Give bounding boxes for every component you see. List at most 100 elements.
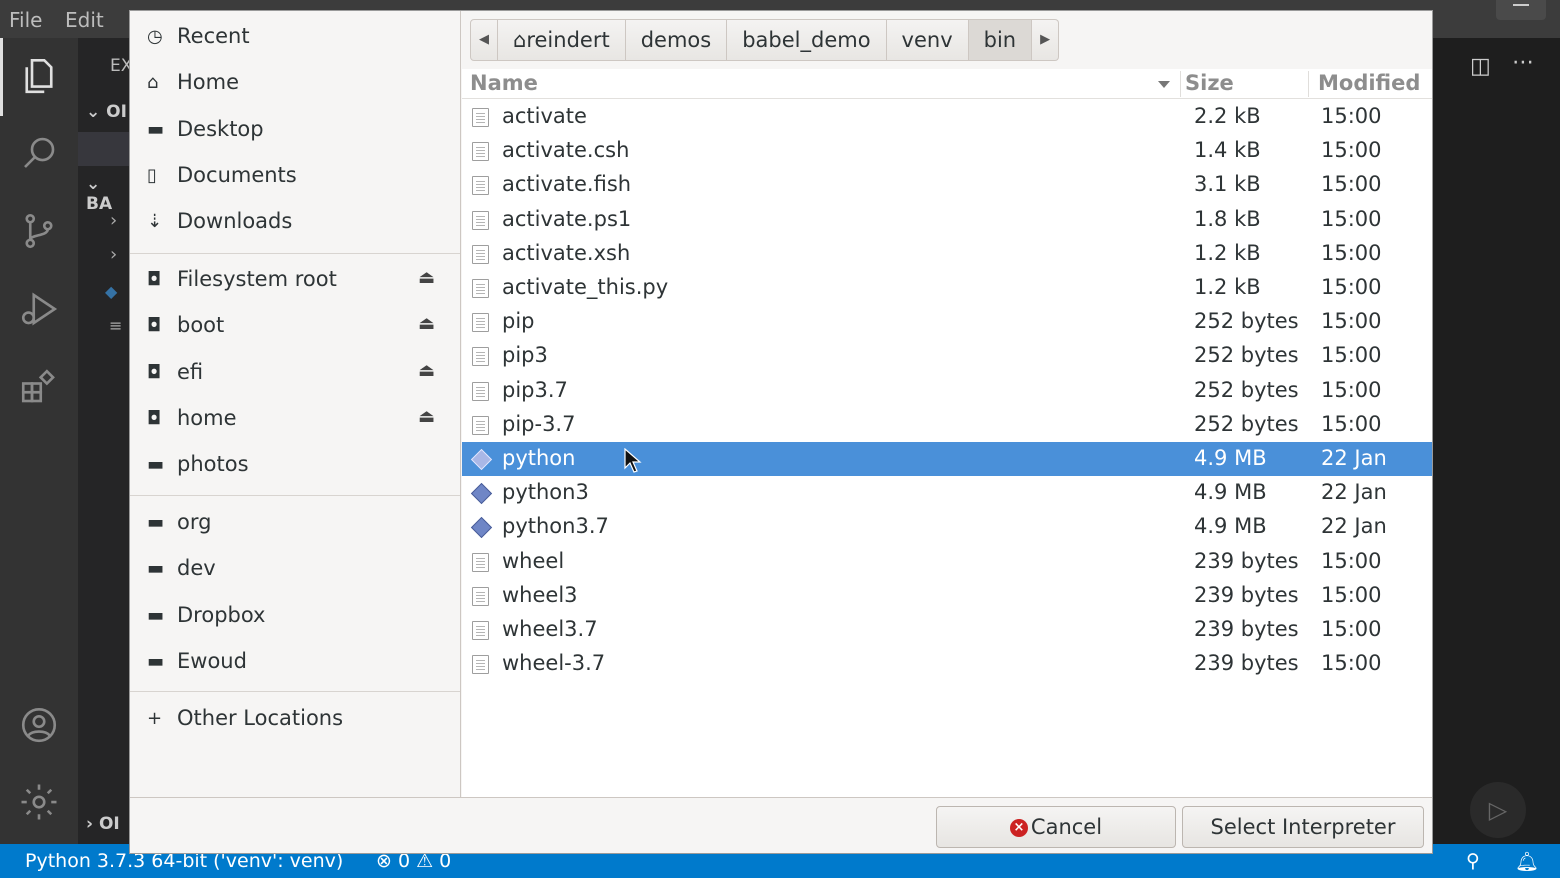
place-item[interactable]: ▬ Ewoud [130,642,460,684]
file-size: 1.8 kB [1194,206,1261,231]
chevron-right-icon[interactable]: › [110,210,117,231]
file-name: python [502,446,576,470]
file-modified: 15:00 [1321,548,1382,573]
eject-icon[interactable]: ⏏ [418,313,435,334]
file-row[interactable]: activate.xsh 1.2 kB 15:00 [462,237,1432,271]
feedback-icon[interactable]: ⚲ [1466,850,1480,872]
file-row[interactable]: wheel3.7 239 bytes 15:00 [462,613,1432,647]
place-item[interactable]: ▬ Dropbox [130,596,460,638]
path-crumb-current[interactable]: bin [968,19,1033,61]
cancel-button[interactable]: × Cancel [936,806,1176,848]
path-back-button[interactable]: ◀ [470,19,498,61]
split-editor-icon[interactable]: ◫ [1470,54,1491,79]
place-item[interactable]: ▬ dev [130,549,460,591]
place-item[interactable]: ◷ Recent [130,17,460,59]
place-item[interactable]: ◘ efi ⏏ [130,353,460,395]
path-crumb[interactable]: demos [625,19,728,61]
place-other-locations[interactable]: + Other Locations [130,699,460,741]
file-row-selected[interactable]: python 4.9 MB 22 Jan [462,442,1432,476]
path-crumb[interactable]: babel_demo [727,19,887,61]
section-outline[interactable]: › OI [86,814,120,834]
column-modified[interactable]: Modified [1318,71,1420,95]
file-modified: 15:00 [1321,411,1382,436]
place-item[interactable]: ◘ Filesystem root ⏏ [130,260,460,302]
place-label: Documents [177,162,297,187]
place-item[interactable]: ▬ org [130,503,460,545]
section-project[interactable]: ⌄ BA [86,174,130,214]
file-name: pip3 [502,343,548,368]
text-file-icon [472,621,489,640]
source-control-icon[interactable] [18,210,60,252]
file-row[interactable]: pip3 252 bytes 15:00 [462,339,1432,373]
eject-icon[interactable]: ⏏ [418,267,435,288]
place-item[interactable]: ◘ boot ⏏ [130,306,460,348]
file-name: wheel3.7 [502,617,598,641]
text-file-icon [472,586,489,606]
place-label: Dropbox [177,602,266,627]
active-indicator [0,38,3,116]
extensions-icon[interactable] [18,366,60,408]
place-item[interactable]: ⇣ Downloads [130,202,460,244]
place-item[interactable]: ▬ Desktop [130,110,460,152]
place-item[interactable]: ◘ home ⏏ [130,399,460,441]
file-row[interactable]: activate.fish 3.1 kB 15:00 [462,168,1432,202]
file-row[interactable]: python3 4.9 MB 22 Jan [462,476,1432,510]
bell-icon[interactable]: 🔔︎ [1515,850,1539,873]
mouse-pointer-icon [624,448,642,473]
file-row[interactable]: pip-3.7 252 bytes 15:00 [462,408,1432,442]
file-row[interactable]: activate.ps1 1.8 kB 15:00 [462,203,1432,237]
plus-icon: + [147,708,163,729]
executable-file-icon [470,517,493,539]
select-interpreter-button[interactable]: Select Interpreter [1182,806,1424,848]
place-label: Downloads [177,209,293,234]
folder-icon: ▬ [147,512,165,533]
file-row[interactable]: activate.csh 1.4 kB 15:00 [462,134,1432,168]
menu-file[interactable]: File [9,8,42,32]
gear-icon[interactable] [18,781,60,823]
file-size: 252 bytes [1194,343,1299,368]
place-item[interactable]: ⌂ Home [130,63,460,105]
file-size: 1.2 kB [1194,275,1261,299]
eject-icon[interactable]: ⏏ [418,406,435,427]
place-item[interactable]: ▬ photos [130,445,460,487]
file-size: 252 bytes [1194,377,1299,402]
text-file-icon: ≡ [109,316,123,335]
file-row[interactable]: activate 2.2 kB 15:00 [462,100,1432,134]
file-name: activate [502,104,587,128]
file-size: 252 bytes [1194,411,1299,436]
file-row[interactable]: wheel-3.7 239 bytes 15:00 [462,647,1432,681]
file-row[interactable]: pip 252 bytes 15:00 [462,305,1432,339]
menu-icon[interactable] [1496,0,1546,20]
explorer-icon[interactable] [18,55,60,97]
menu-edit[interactable]: Edit [65,8,104,32]
file-row[interactable]: wheel 239 bytes 15:00 [462,545,1432,579]
editor-area: ◫ ⋯ ▷ [1432,38,1560,844]
section-open-editors[interactable]: ⌄ OI [86,102,127,122]
file-row[interactable]: python3.7 4.9 MB 22 Jan [462,510,1432,544]
file-name: activate.ps1 [502,206,632,231]
file-row[interactable]: activate_this.py 1.2 kB 15:00 [462,271,1432,305]
text-file-icon [472,313,489,333]
sort-descending-icon [1158,81,1170,88]
column-size[interactable]: Size [1185,71,1234,95]
file-modified: 22 Jan [1321,446,1387,470]
chevron-right-icon[interactable]: › [110,244,117,265]
run-debug-icon[interactable] [18,288,60,330]
file-size: 4.9 MB [1194,514,1267,539]
file-size: 1.2 kB [1194,240,1261,265]
more-actions-icon[interactable]: ⋯ [1512,50,1534,75]
places-separator [130,691,460,692]
eject-icon[interactable]: ⏏ [418,360,435,381]
path-crumb[interactable]: venv [886,19,969,61]
places-separator [130,253,460,254]
path-forward-button[interactable]: ▶ [1032,19,1060,61]
file-row[interactable]: pip3.7 252 bytes 15:00 [462,374,1432,408]
place-label: efi [177,359,204,384]
path-crumb-home[interactable]: ⌂reindert [498,19,626,61]
play-icon[interactable]: ▷ [1470,782,1526,838]
search-icon[interactable] [18,132,60,174]
account-icon[interactable] [18,704,60,746]
place-item[interactable]: ▯ Documents [130,156,460,198]
column-name[interactable]: Name [470,71,538,95]
file-row[interactable]: wheel3 239 bytes 15:00 [462,579,1432,613]
